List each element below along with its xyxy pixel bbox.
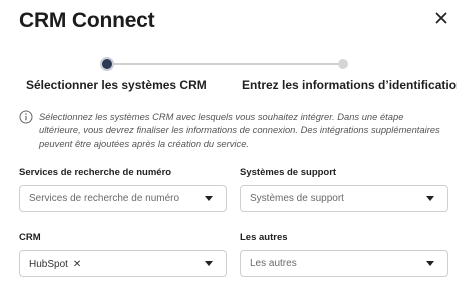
remove-tag-icon[interactable]: ✕ [73, 259, 81, 270]
dialog-title: CRM Connect [19, 9, 155, 32]
step-1-label: Sélectionner les systèmes CRM [26, 78, 207, 92]
stepper [100, 57, 350, 71]
others-placeholder: Les autres [250, 258, 297, 269]
close-button[interactable] [433, 10, 449, 26]
step-2-indicator [338, 59, 348, 69]
step-2-label: Entrez les informations d’identification [242, 78, 457, 92]
chevron-down-icon [426, 261, 434, 266]
crm-select[interactable]: HubSpot ✕ [19, 250, 227, 277]
support-select[interactable]: Systèmes de support [240, 185, 448, 212]
info-text: Sélectionnez les systèmes CRM avec lesqu… [39, 111, 440, 149]
number-lookup-label: Services de recherche de numéro [19, 167, 172, 178]
info-icon [19, 110, 33, 124]
chevron-down-icon [205, 261, 213, 266]
chevron-down-icon [426, 196, 434, 201]
support-placeholder: Systèmes de support [250, 193, 344, 204]
number-lookup-placeholder: Services de recherche de numéro [29, 193, 180, 204]
support-label: Systèmes de support [240, 167, 337, 178]
others-label: Les autres [240, 232, 288, 243]
crm-label: CRM [19, 232, 41, 243]
crm-tag-hubspot: HubSpot ✕ [29, 257, 81, 271]
step-1-indicator [100, 57, 114, 71]
crm-tag-label: HubSpot [29, 258, 68, 270]
stepper-line [107, 63, 342, 65]
chevron-down-icon [205, 196, 213, 201]
number-lookup-select[interactable]: Services de recherche de numéro [19, 185, 227, 212]
close-icon [435, 12, 447, 24]
others-select[interactable]: Les autres [240, 250, 448, 277]
